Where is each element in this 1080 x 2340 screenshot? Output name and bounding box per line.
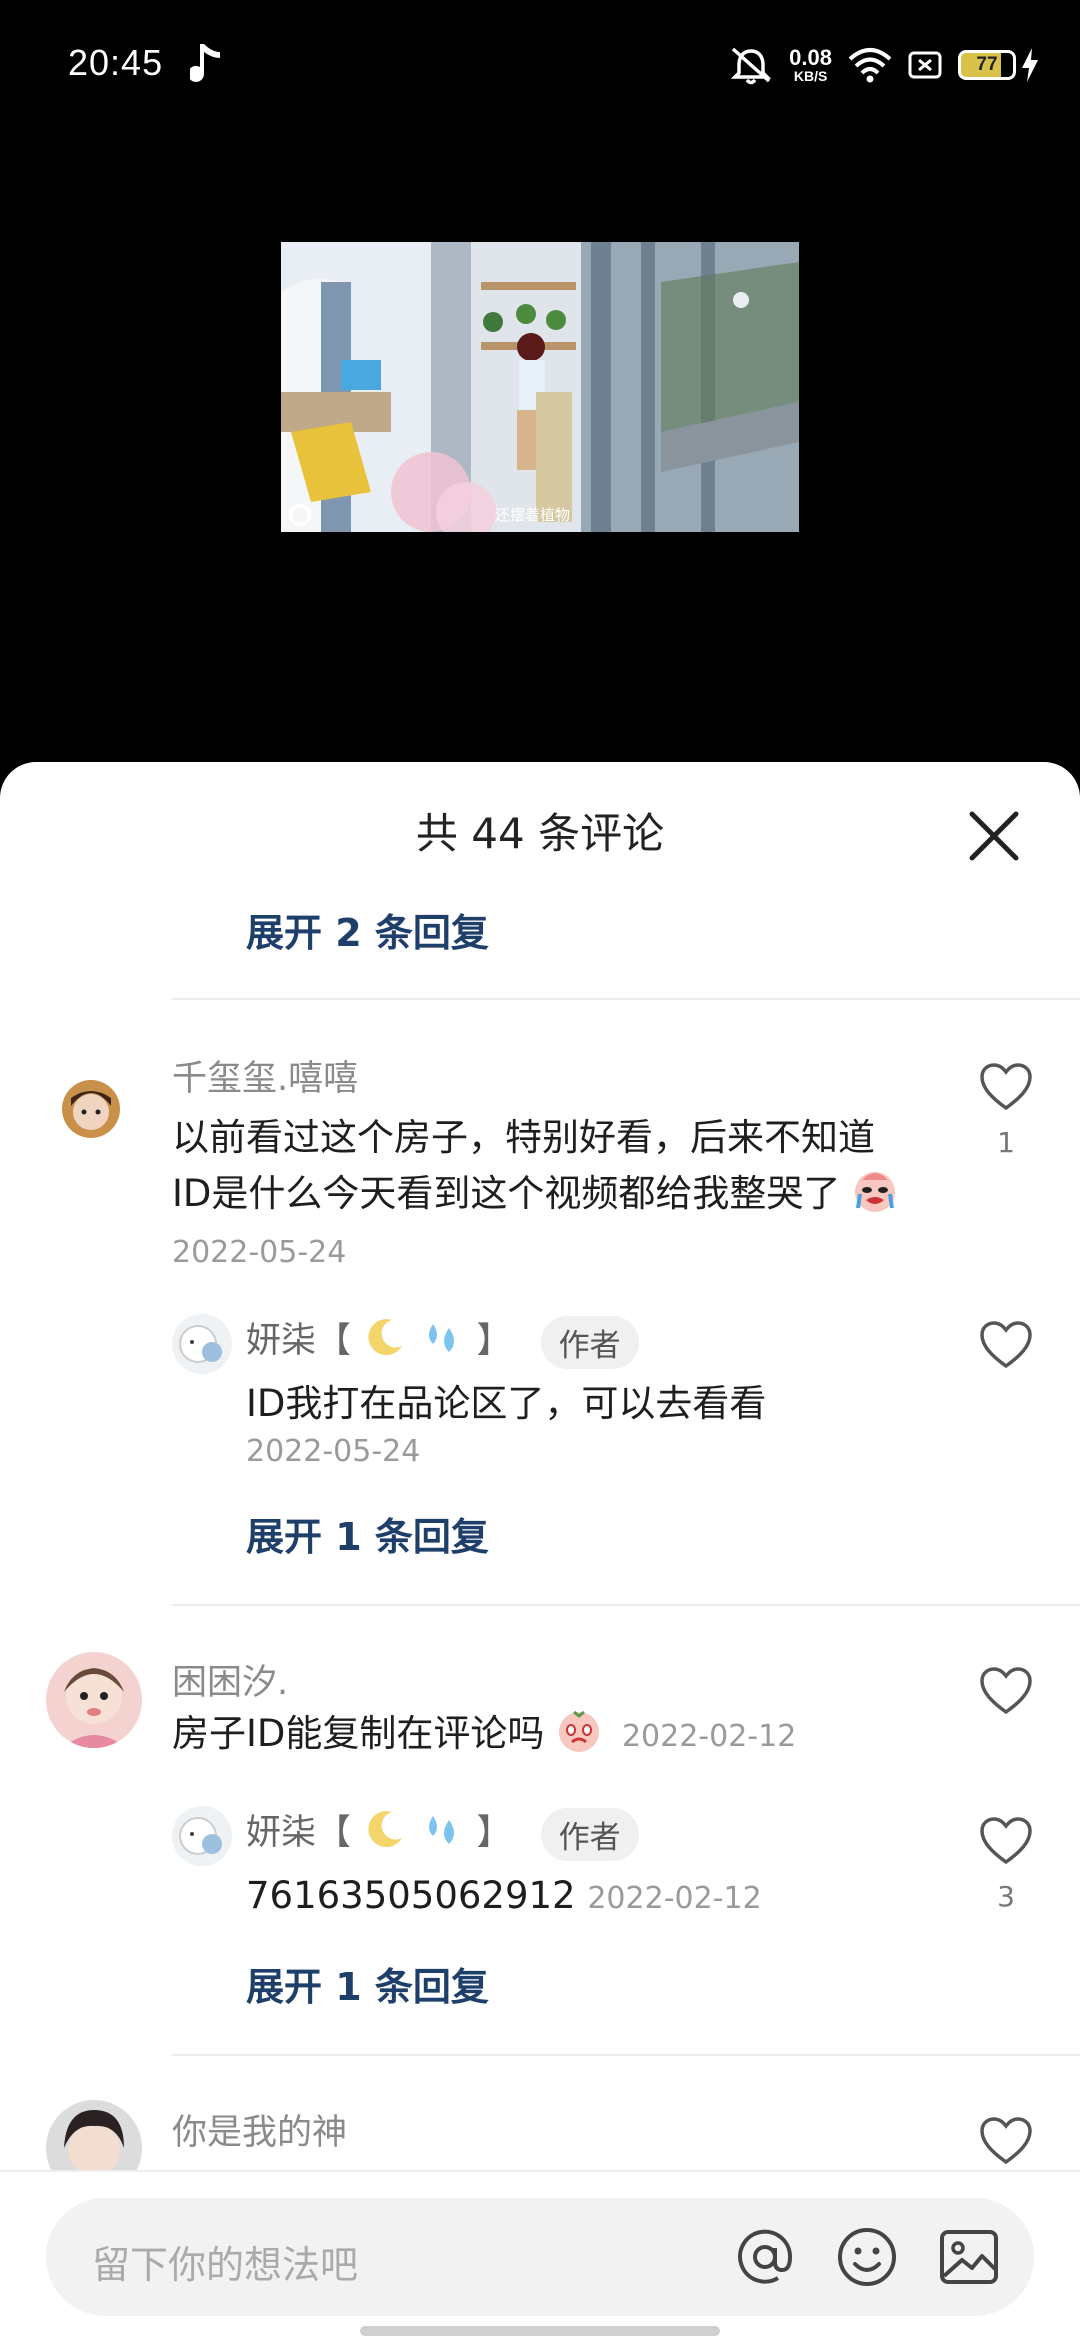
reply-username[interactable]: 妍柒【 】 作者 — [246, 1804, 639, 1861]
input-placeholder: 留下你的想法吧 — [92, 2243, 359, 2287]
author-badge: 作者 — [540, 1315, 639, 1369]
avatar[interactable] — [172, 1314, 232, 1374]
comment-input[interactable]: 留下你的想法吧 — [46, 2198, 1034, 2316]
home-indicator[interactable] — [360, 2326, 720, 2336]
reply-username[interactable]: 妍柒【 】 作者 — [246, 1312, 639, 1369]
divider — [172, 2054, 1080, 2056]
moon-emoji-icon — [368, 1319, 403, 1356]
heart-icon — [980, 2117, 1032, 2165]
music-icon — [190, 44, 220, 82]
like-button[interactable]: 1 — [978, 1062, 1034, 1159]
status-bar: 20:45 0.08 KB/S 77 — [0, 0, 1080, 130]
reply-date: 2022-02-12 — [587, 1881, 762, 1916]
comment-input-bar: 留下你的想法吧 — [0, 2170, 1080, 2340]
emoji-icon[interactable] — [836, 2226, 898, 2288]
heart-icon — [980, 1667, 1032, 1715]
divider — [172, 998, 1080, 1000]
progress-dot[interactable] — [289, 504, 311, 526]
video-player[interactable]: 还摆着植物 — [0, 130, 1080, 760]
like-button[interactable] — [978, 2116, 1034, 2166]
mute-icon — [730, 47, 772, 85]
like-count: 1 — [997, 1126, 1015, 1159]
comment-date: 2022-05-24 — [172, 1235, 347, 1270]
video-frame[interactable]: 还摆着植物 — [281, 242, 799, 532]
avatar[interactable] — [62, 1080, 120, 1138]
sweat-drops-emoji-icon — [429, 1816, 455, 1844]
moon-emoji-icon — [368, 1811, 403, 1848]
comments-sheet: 共 44 条评论 展开 2 条回复 千玺玺.嘻嘻 以前看过这个房子，特别好看，后… — [0, 762, 1080, 2340]
expand-replies-link[interactable]: 展开 1 条回复 — [246, 1956, 489, 2011]
sheet-title: 共 44 条评论 — [415, 809, 665, 858]
net-speed: 0.08 KB/S — [789, 45, 832, 84]
status-icons: 0.08 KB/S 77 — [729, 40, 1040, 90]
expand-replies-link[interactable]: 展开 2 条回复 — [246, 902, 489, 957]
comment-username[interactable]: 困困汐. — [172, 1654, 288, 1705]
heart-icon — [980, 1321, 1032, 1369]
like-button[interactable] — [978, 1320, 1034, 1370]
sim-icon — [908, 51, 942, 79]
comment-username[interactable]: 千玺玺.嘻嘻 — [172, 1050, 358, 1101]
sweat-drops-emoji-icon — [429, 1324, 455, 1352]
comment-date: 2022-02-12 — [621, 1719, 797, 1754]
avatar[interactable] — [172, 1806, 232, 1866]
heart-icon — [980, 1817, 1032, 1865]
avatar[interactable] — [46, 1652, 142, 1748]
charging-icon — [1022, 48, 1038, 82]
image-icon[interactable] — [938, 2226, 1000, 2288]
reply-date: 2022-05-24 — [246, 1434, 421, 1469]
battery-icon: 77 — [958, 48, 1040, 82]
divider — [172, 1604, 1080, 1606]
crying-emoji-icon — [559, 1710, 600, 1752]
like-count: 3 — [997, 1880, 1015, 1913]
heart-icon — [980, 1063, 1032, 1111]
mention-icon[interactable] — [734, 2226, 796, 2288]
close-icon[interactable] — [966, 808, 1022, 864]
like-button[interactable]: 3 — [978, 1816, 1034, 1913]
author-badge: 作者 — [540, 1807, 639, 1861]
video-thumbnail — [281, 242, 799, 532]
video-caption: 还摆着植物 — [495, 506, 571, 524]
crying-emoji-icon — [855, 1172, 896, 1212]
reply-text: 76163505062912 2022-02-12 — [246, 1874, 762, 1917]
wifi-icon — [848, 48, 892, 83]
comment-username[interactable]: 你是我的神 — [172, 2104, 347, 2155]
comment-text: 以前看过这个房子，特别好看，后来不知道ID是什么今天看到这个视频都给我整哭了 2… — [172, 1110, 912, 1281]
reply-text: ID我打在品论区了，可以去看看 — [246, 1382, 767, 1425]
status-time: 20:45 — [68, 42, 164, 83]
comment-text: 房子ID能复制在评论吗 2022-02-12 — [172, 1706, 932, 1765]
expand-replies-link[interactable]: 展开 1 条回复 — [246, 1506, 489, 1561]
like-button[interactable] — [978, 1666, 1034, 1716]
